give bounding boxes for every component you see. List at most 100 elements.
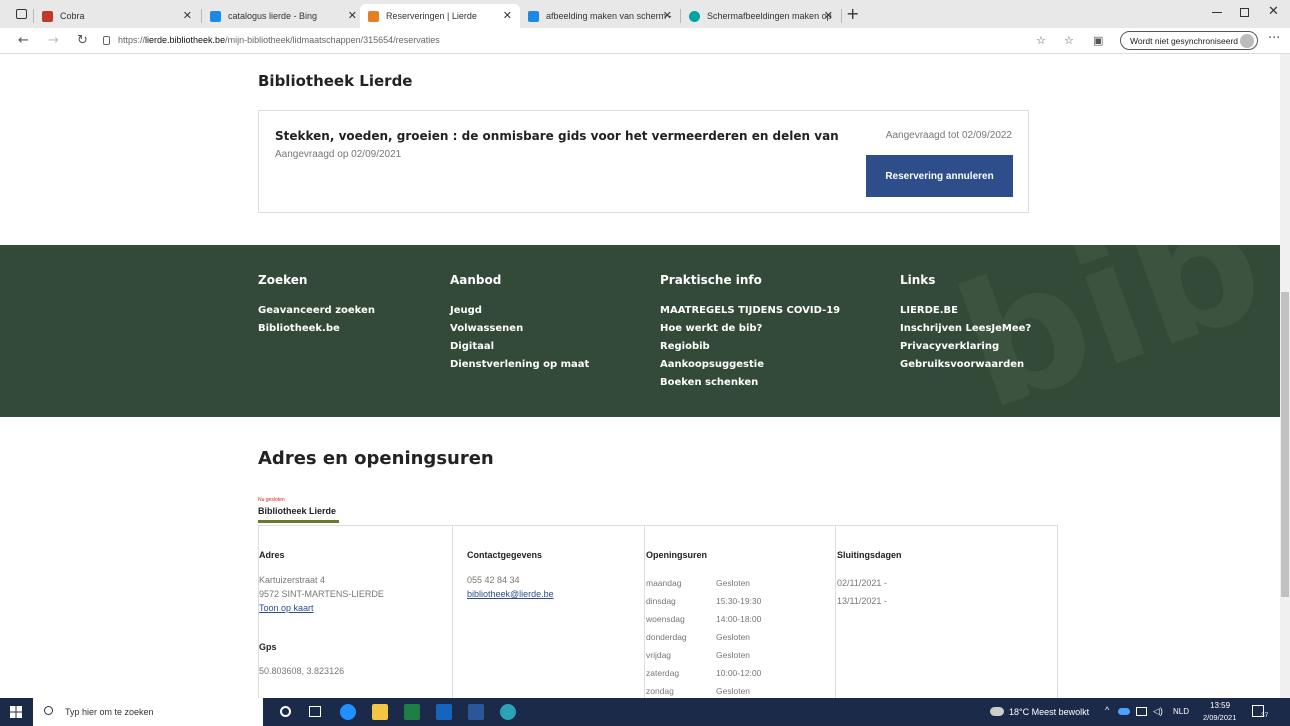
show-on-map-link[interactable]: Toon op kaart [259,603,314,613]
back-icon[interactable]: ← [18,33,29,48]
contact-email-link[interactable]: bibliotheek@lierde.be [467,589,554,599]
footer-link[interactable]: Dienstverlening op maat [450,359,589,377]
url-field[interactable]: https://lierde.bibliotheek.be/mijn-bibli… [118,35,440,45]
footer-link[interactable]: Inschrijven LeesJeMee? [900,323,1031,341]
reservation-title: Stekken, voeden, groeien : de onmisbare … [275,129,839,143]
network-icon[interactable] [1136,707,1147,716]
footer-link[interactable]: Gebruiksvoorwaarden [900,359,1031,377]
hours-row: zaterdag 10:00-12:00 [646,668,761,678]
more-icon[interactable]: ··· [1268,31,1280,46]
restore-icon[interactable] [1240,8,1249,17]
onedrive-icon[interactable] [1118,708,1130,715]
hours-time: Gesloten [716,578,751,588]
hours-day: dinsdag [646,596,676,606]
word-icon[interactable] [468,704,484,720]
gps-value: 50.803608, 3.823126 [259,666,345,676]
footer-link[interactable]: LIERDE.BE [900,305,1031,323]
footer-link[interactable]: Privacyverklaring [900,341,1031,359]
microsoft-favicon-icon [689,10,700,22]
tab-title: Reserveringen | Lierde [386,11,477,21]
tab-schermafbeeldingen[interactable]: Schermafbeeldingen maken op ✕ [681,4,841,28]
url-prefix: https:// [118,35,146,45]
language-indicator[interactable]: NLD [1173,707,1189,716]
cortana-icon[interactable] [280,706,291,717]
profile-sync-button[interactable]: Wordt niet gesynchroniseerd [1120,31,1258,50]
location-info-panel: Adres Kartuizerstraat 4 9572 SINT-MARTEN… [258,525,1058,706]
footer-link[interactable]: Regiobib [660,341,840,359]
closing-date: 02/11/2021 - [837,578,887,588]
tab-library-location[interactable]: Bibliotheek Lierde [258,506,336,516]
hours-time: Gesloten [716,686,751,696]
library-title: Bibliotheek Lierde [258,72,413,90]
tab-actions-icon[interactable] [16,9,27,19]
reservation-valid-until: Aangevraagd tot 02/09/2022 [885,130,1012,141]
footer-link[interactable]: Bibliotheek.be [258,323,375,341]
minimize-icon[interactable] [1212,12,1222,13]
volume-icon[interactable]: ◁) [1153,706,1163,717]
taskbar-search-input[interactable]: Typ hier om te zoeken [33,698,263,726]
collections-icon[interactable]: ▣ [1093,34,1103,47]
footer-link[interactable]: Boeken schenken [660,377,840,395]
favorites-icon[interactable]: ☆ [1064,34,1074,47]
refresh-icon[interactable]: ↻ [77,33,88,48]
add-favorite-icon[interactable]: ☆ [1036,34,1046,47]
hours-time: 10:00-12:00 [716,668,762,678]
close-icon[interactable]: ✕ [663,9,672,22]
url-host: lierde.bibliotheek.be [145,35,226,45]
library-favicon-icon [368,10,379,22]
tab-reserveringen[interactable]: Reserveringen | Lierde ✕ [360,4,520,28]
bing-favicon-icon [210,10,221,22]
bing-favicon-icon [528,10,539,22]
column-divider [835,526,836,706]
outlook-icon[interactable] [436,704,452,720]
hours-time: 15:30-19:30 [716,596,762,606]
tab-afbeelding[interactable]: afbeelding maken van scherm - ✕ [520,4,680,28]
weather-icon[interactable] [990,707,1004,716]
close-icon[interactable]: ✕ [503,9,512,22]
close-icon[interactable]: ✕ [824,9,833,22]
footer-link[interactable]: Hoe werkt de bib? [660,323,840,341]
windows-start-icon[interactable] [10,706,22,718]
close-icon[interactable]: ✕ [348,9,357,22]
clock-date[interactable]: 2/09/2021 [1203,713,1236,722]
footer-link[interactable]: MAATREGELS TIJDENS COVID-19 [660,305,840,323]
hours-time: Gesloten [716,650,751,660]
chevron-up-icon[interactable]: ^ [1105,705,1109,715]
excel-icon[interactable] [404,704,420,720]
footer-link[interactable]: Geavanceerd zoeken [258,305,375,323]
lock-icon[interactable] [103,36,110,45]
cancel-reservation-button[interactable]: Reservering annuleren [866,155,1013,197]
hours-row: zondag Gesloten [646,686,750,696]
weather-text[interactable]: 18°C Meest bewolkt [1009,707,1089,717]
search-icon [44,706,53,715]
gps-heading: Gps [259,642,277,652]
footer-col-praktische-info: Praktische info MAATREGELS TIJDENS COVID… [660,273,840,395]
close-icon[interactable]: ✕ [183,9,192,22]
hours-time: Gesloten [716,632,751,642]
tab-title: Cobra [60,11,85,21]
internet-explorer-icon[interactable] [340,704,356,720]
active-tab-indicator [258,520,339,523]
hours-row: woensdag 14:00-18:00 [646,614,761,624]
window-close-icon[interactable]: ✕ [1268,4,1279,19]
scrollbar-thumb[interactable] [1281,292,1289,597]
hours-heading: Openingsuren [646,550,708,560]
site-footer: bib Zoeken Geavanceerd zoeken Bibliothee… [0,245,1280,417]
footer-link[interactable]: Aankoopsuggestie [660,359,840,377]
clock-time[interactable]: 13:59 [1210,701,1230,710]
file-explorer-icon[interactable] [372,704,388,720]
footer-heading: Links [900,273,936,287]
address-bar-row: ← → ↻ https://lierde.bibliotheek.be/mijn… [0,28,1290,54]
contact-heading: Contactgegevens [467,550,543,560]
sync-label: Wordt niet gesynchroniseerd [1130,35,1239,46]
task-view-icon[interactable] [309,706,321,717]
tab-cobra[interactable]: Cobra ✕ [34,4,200,28]
edge-icon[interactable] [500,704,516,720]
reservation-card: Stekken, voeden, groeien : de onmisbare … [258,110,1029,213]
footer-link[interactable]: Digitaal [450,341,589,359]
footer-link[interactable]: Volwassenen [450,323,589,341]
footer-link[interactable]: Jeugd [450,305,589,323]
forward-icon[interactable]: → [48,33,59,48]
tab-bing[interactable]: catalogus lierde - Bing ✕ [202,4,365,28]
new-tab-icon[interactable]: + [846,4,859,23]
